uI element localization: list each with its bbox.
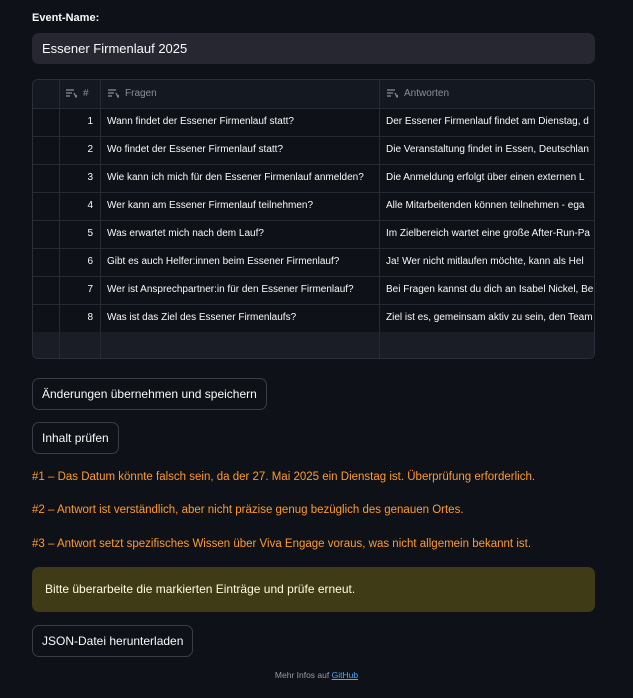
column-header-fragen[interactable]: Fragen	[101, 80, 380, 108]
row-index-cell: 6	[60, 248, 101, 276]
question-cell[interactable]: Wer ist Ansprechpartner:in für den Essen…	[101, 276, 380, 304]
row-select-cell[interactable]	[33, 248, 60, 276]
question-cell[interactable]: Wie kann ich mich für den Essener Firmen…	[101, 164, 380, 192]
column-header-index-label: #	[83, 88, 89, 99]
column-header-antworten-label: Antworten	[404, 88, 450, 99]
footer-text: Mehr Infos auf	[274, 670, 330, 680]
text-column-icon	[387, 89, 398, 98]
table-row[interactable]: 3 Wie kann ich mich für den Essener Firm…	[33, 164, 594, 193]
warning-message: #1 – Das Datum könnte falsch sein, da de…	[32, 471, 536, 483]
row-index-cell: 5	[60, 220, 101, 248]
save-changes-button[interactable]: Änderungen übernehmen und speichern	[32, 378, 267, 410]
answer-cell[interactable]: Ja! Wer nicht mitlaufen möchte, kann als…	[380, 248, 594, 276]
row-index-cell: 4	[60, 192, 101, 220]
answer-cell[interactable]: Alle Mitarbeitenden können teilnehmen - …	[380, 192, 594, 220]
review-alert: Bitte überarbeite die markierten Einträg…	[32, 567, 595, 612]
event-name-label: Event-Name:	[32, 12, 100, 24]
table-row[interactable]: 7 Wer ist Ansprechpartner:in für den Ess…	[33, 276, 594, 305]
answer-cell[interactable]: Bei Fragen kannst du dich an Isabel Nick…	[380, 276, 594, 304]
answer-cell[interactable]: Ziel ist es, gemeinsam aktiv zu sein, de…	[380, 304, 594, 332]
warning-message: #2 – Antwort ist verständlich, aber nich…	[32, 504, 464, 516]
table-row[interactable]: 1 Wann findet der Essener Firmenlauf sta…	[33, 108, 594, 137]
table-row[interactable]: 6 Gibt es auch Helfer:innen beim Essener…	[33, 248, 594, 277]
question-cell[interactable]: Was erwartet mich nach dem Lauf?	[101, 220, 380, 248]
question-cell[interactable]: Wo findet der Essener Firmenlauf statt?	[101, 136, 380, 164]
column-header-index[interactable]: #	[60, 80, 101, 108]
download-json-button[interactable]: JSON-Datei herunterladen	[32, 625, 194, 657]
grid-header-row: # Fragen Antworten	[33, 80, 594, 109]
table-row[interactable]: 4 Wer kann am Essener Firmenlauf teilneh…	[33, 192, 594, 221]
question-cell[interactable]: Was ist das Ziel des Essener Firmenlaufs…	[101, 304, 380, 332]
answer-cell[interactable]: Im Zielbereich wartet eine große After-R…	[380, 220, 594, 248]
new-answer-cell[interactable]	[380, 332, 594, 358]
row-index-cell: 3	[60, 164, 101, 192]
row-index-cell: 7	[60, 276, 101, 304]
row-select-header[interactable]	[33, 80, 60, 108]
text-column-icon	[66, 89, 77, 98]
event-name-input[interactable]	[32, 33, 595, 64]
answer-cell[interactable]: Die Anmeldung erfolgt über einen externe…	[380, 164, 594, 192]
answer-cell[interactable]: Die Veranstaltung findet in Essen, Deuts…	[380, 136, 594, 164]
row-select-cell[interactable]	[33, 108, 60, 136]
row-select-cell[interactable]	[33, 276, 60, 304]
question-cell[interactable]: Wer kann am Essener Firmenlauf teilnehme…	[101, 192, 380, 220]
row-select-cell[interactable]	[33, 304, 60, 332]
github-link[interactable]: GitHub	[332, 670, 358, 680]
column-header-fragen-label: Fragen	[125, 88, 157, 99]
row-index-cell: 1	[60, 108, 101, 136]
new-question-cell[interactable]	[101, 332, 380, 358]
row-select-cell[interactable]	[33, 136, 60, 164]
row-select-cell[interactable]	[33, 220, 60, 248]
question-cell[interactable]: Gibt es auch Helfer:innen beim Essener F…	[101, 248, 380, 276]
row-index-cell	[60, 332, 101, 358]
row-select-cell[interactable]	[33, 332, 60, 358]
row-index-cell: 2	[60, 136, 101, 164]
question-cell[interactable]: Wann findet der Essener Firmenlauf statt…	[101, 108, 380, 136]
footer: Mehr Infos auf GitHub	[0, 670, 633, 680]
row-index-cell: 8	[60, 304, 101, 332]
qa-data-grid[interactable]: # Fragen Antworten 1 Wann findet der Ess…	[32, 79, 595, 359]
table-row[interactable]: 8 Was ist das Ziel des Essener Firmenlau…	[33, 304, 594, 333]
row-select-cell[interactable]	[33, 192, 60, 220]
row-select-cell[interactable]	[33, 164, 60, 192]
warning-message: #3 – Antwort setzt spezifisches Wissen ü…	[32, 538, 532, 550]
text-column-icon	[108, 89, 119, 98]
table-row[interactable]: 5 Was erwartet mich nach dem Lauf? Im Zi…	[33, 220, 594, 249]
answer-cell[interactable]: Der Essener Firmenlauf findet am Diensta…	[380, 108, 594, 136]
add-row[interactable]	[33, 332, 594, 358]
table-row[interactable]: 2 Wo findet der Essener Firmenlauf statt…	[33, 136, 594, 165]
check-content-button[interactable]: Inhalt prüfen	[32, 422, 119, 454]
column-header-antworten[interactable]: Antworten	[380, 80, 594, 108]
